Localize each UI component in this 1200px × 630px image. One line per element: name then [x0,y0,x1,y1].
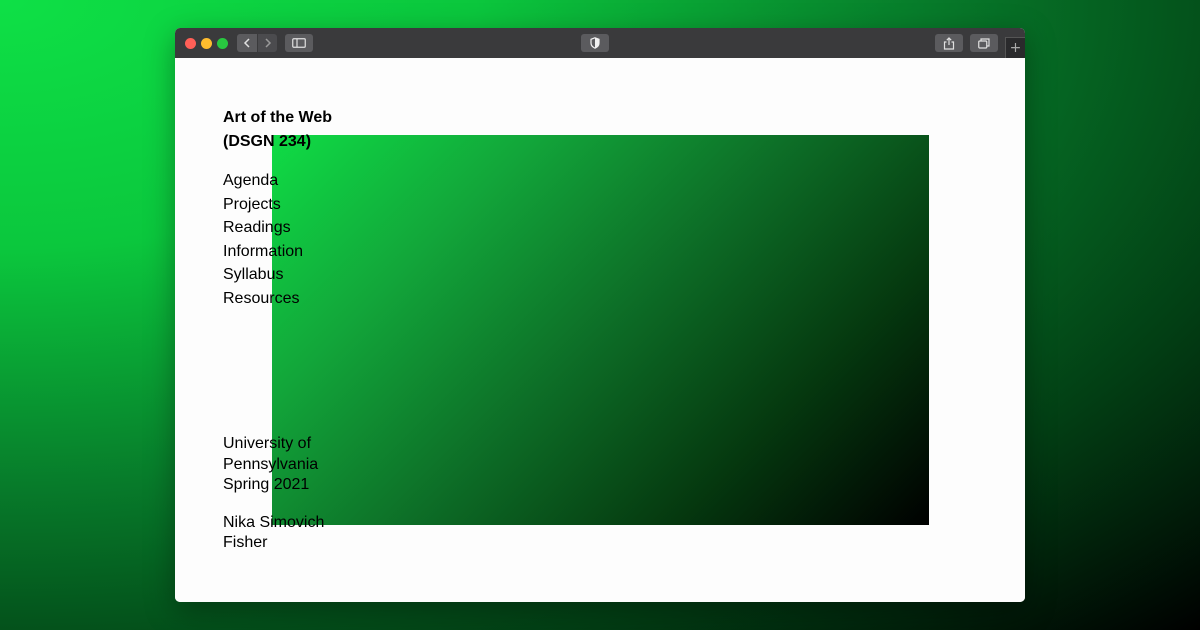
nav-link-agenda[interactable]: Agenda [223,169,332,193]
minimize-window-button[interactable] [201,38,212,49]
institution-line2: Pennsylvania [223,455,319,473]
course-footer: University of Pennsylvania Spring 2021 N… [223,434,343,554]
zoom-window-button[interactable] [217,38,228,49]
tabs-overview-icon [978,37,990,49]
sidebar-icon [292,38,306,48]
instructor-name: Nika Simovich Fisher [223,513,343,554]
tab-overview-button[interactable] [970,34,998,52]
back-button[interactable] [237,34,257,52]
site-header: Art of the Web (DSGN 234) Agenda Project… [223,106,332,310]
close-window-button[interactable] [185,38,196,49]
browser-toolbar: + [175,28,1025,59]
share-icon [943,36,955,50]
chevron-left-icon [243,38,250,48]
new-tab-button[interactable]: + [1005,37,1025,58]
nav-link-resources[interactable]: Resources [223,287,332,311]
forward-button[interactable] [258,34,277,52]
browser-window: + Art of the Web (DSGN 234) Agenda Proje… [175,28,1025,602]
term-label: Spring 2021 [223,476,310,493]
shield-icon [590,37,600,49]
site-title-line1: Art of the Web [223,109,333,126]
instructor-name-line1: Nika Simovich [223,513,325,531]
page-content: Art of the Web (DSGN 234) Agenda Project… [175,58,1025,602]
nav-link-projects[interactable]: Projects [223,193,332,217]
main-nav: Agenda Projects Readings Information Syl… [223,169,332,310]
chevron-right-icon [264,38,271,48]
sidebar-toggle-button[interactable] [285,34,313,52]
nav-link-syllabus[interactable]: Syllabus [223,263,332,287]
institution-line1: University of [223,435,312,452]
nav-link-readings[interactable]: Readings [223,216,332,240]
share-button[interactable] [935,34,963,52]
privacy-report-button[interactable] [581,34,609,52]
site-title-line2: (DSGN 234) [223,132,312,150]
gradient-hero-image [272,135,929,525]
nav-link-information[interactable]: Information [223,240,332,264]
instructor-name-line2: Fisher [223,534,268,551]
